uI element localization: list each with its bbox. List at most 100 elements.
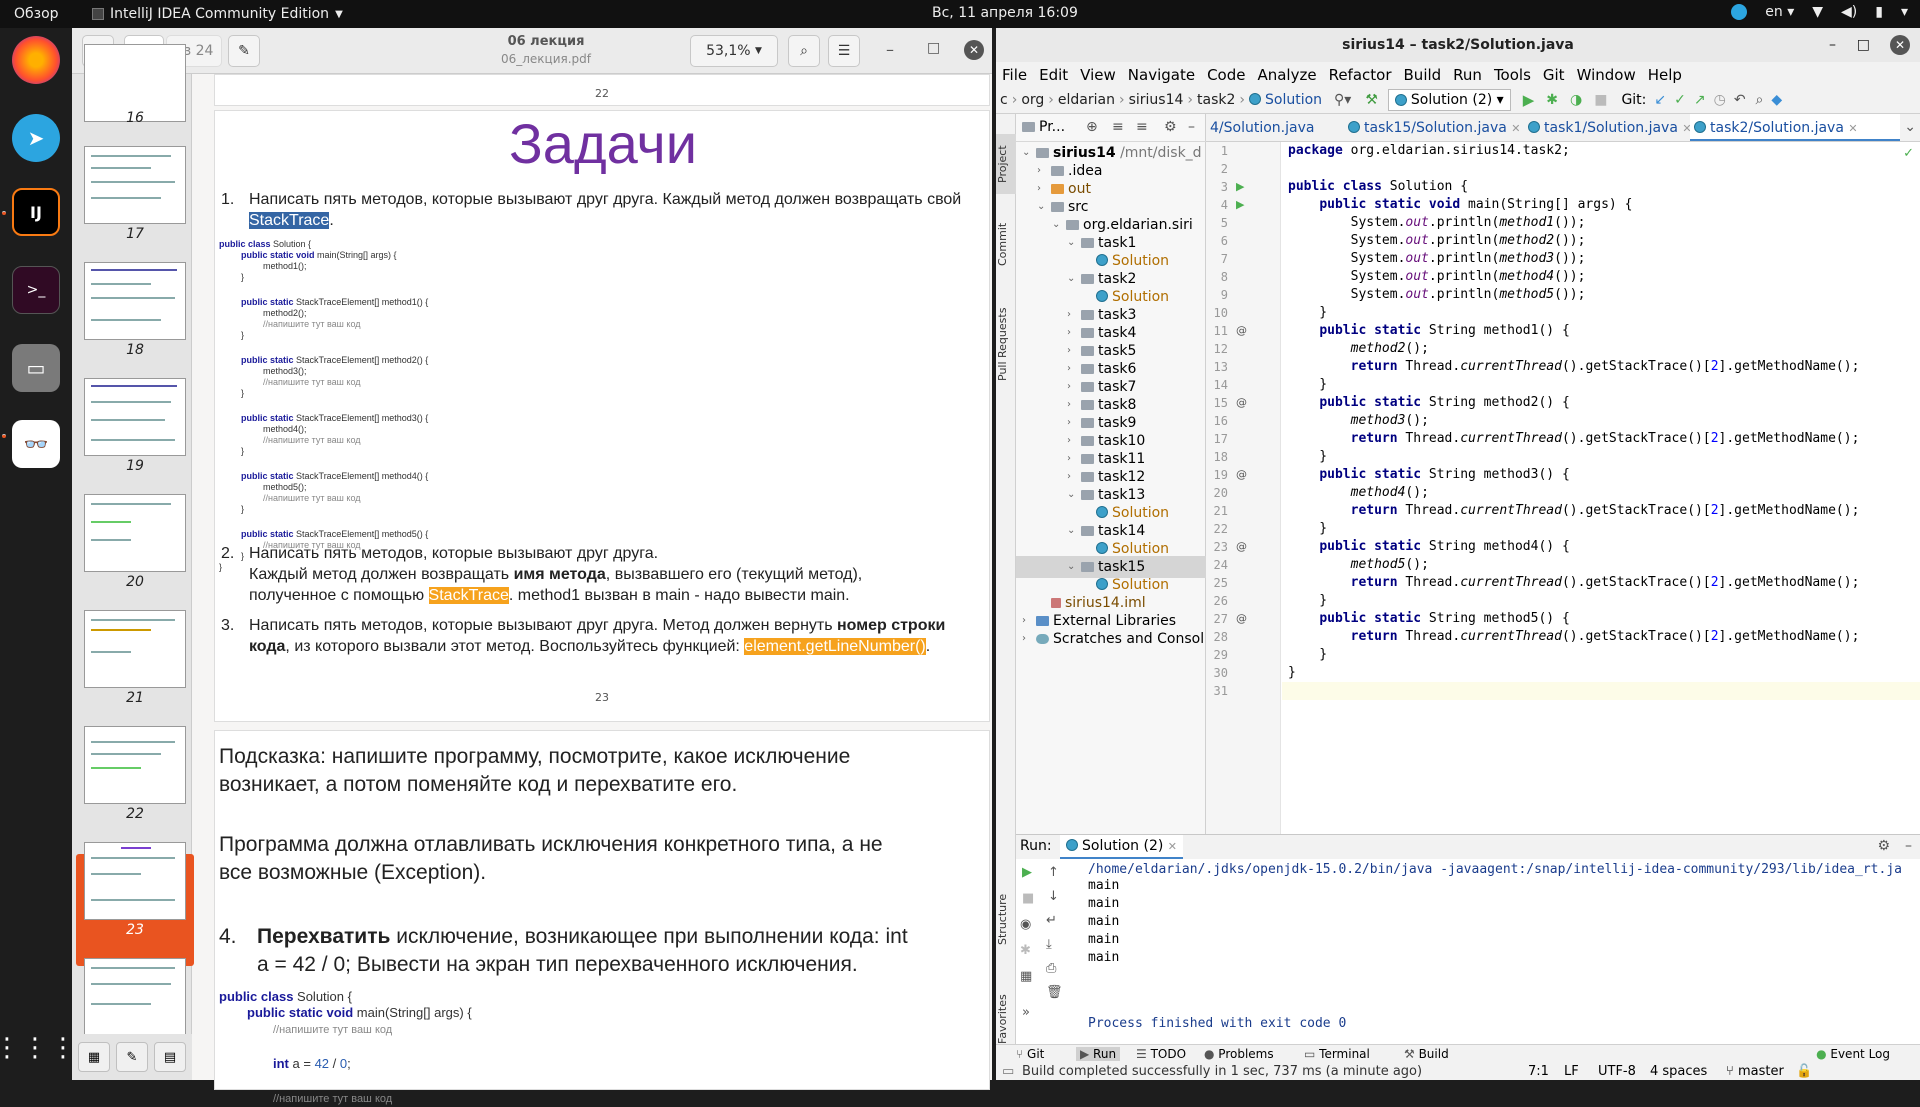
overview-button[interactable]: Обзор [14,6,59,22]
pull-requests-tool-tab[interactable]: Pull Requests [996,294,1016,394]
bottom-tab-problems[interactable]: ● Problems [1204,1047,1274,1061]
battery-icon[interactable]: ▮ [1875,4,1883,20]
menu-run[interactable]: Run [1447,62,1488,86]
menu-help[interactable]: Help [1642,62,1688,86]
lock-icon[interactable]: 🔓 [1796,1064,1812,1079]
close-button[interactable]: ✕ [964,40,984,60]
project-view-select[interactable]: Pr... [1022,119,1065,135]
thumbnail-19[interactable] [84,378,186,456]
bottom-tab-build[interactable]: ⚒ Build [1404,1047,1449,1061]
breadcrumb-item[interactable]: eldarian [1054,92,1119,108]
hide-icon[interactable]: – [1905,838,1912,854]
thumbnail-17[interactable] [84,146,186,224]
breadcrumb-item[interactable]: sirius14 [1125,92,1188,108]
menu-window[interactable]: Window [1571,62,1642,86]
run-icon[interactable]: ▶ [1523,91,1535,109]
zoom-select[interactable]: 53,1% ▼ [690,35,778,67]
search-button[interactable]: ⌕ [788,35,820,67]
terminal-icon[interactable]: >_ [12,266,60,314]
stop-icon[interactable]: ■ [1594,92,1607,108]
collapse-all-icon[interactable]: ≡ [1136,119,1148,135]
chevron-right-icon[interactable]: › [1022,628,1026,650]
breadcrumb-item[interactable]: task2 [1193,92,1239,108]
files-icon[interactable]: ▭ [12,344,60,392]
power-menu-icon[interactable]: ▾ [1901,4,1908,20]
line-separator[interactable]: LF [1564,1064,1579,1079]
thumbnail-21[interactable] [84,610,186,688]
structure-tool-tab[interactable]: Structure [996,884,1016,954]
thumbnail-18[interactable] [84,262,186,340]
menu-build[interactable]: Build [1398,62,1448,86]
app-menu[interactable]: IntelliJ IDEA Community Edition ▼ [92,6,343,22]
git-push-icon[interactable]: ↗ [1694,92,1706,108]
menu-view[interactable]: View [1074,62,1122,86]
show-apps-icon[interactable]: ⋮⋮⋮ [0,1024,76,1072]
run-tab[interactable]: Solution (2) ✕ [1060,835,1183,859]
volume-icon[interactable]: ◀) [1841,4,1857,20]
build-hammer-icon[interactable]: ⚒ [1365,92,1378,108]
breadcrumb-item[interactable]: c [996,92,1012,108]
clock[interactable]: Вс, 11 апреля 16:09 [932,5,1078,21]
menu-file[interactable]: File [996,62,1033,86]
commit-tool-tab[interactable]: Commit [996,214,1016,274]
close-button[interactable]: ✕ [1890,35,1910,55]
locate-icon[interactable]: ⊕ [1086,119,1098,135]
debug-icon[interactable]: ✱ [1546,92,1558,108]
minimize-button[interactable]: – [1829,28,1836,62]
wifi-icon[interactable]: ▼ [1812,4,1823,20]
git-history-icon[interactable]: ◷ [1714,92,1726,108]
run-output[interactable]: /home/eldarian/.jdks/openjdk-15.0.2/bin/… [1016,859,1920,1045]
breadcrumb-item[interactable]: Solution [1245,92,1326,108]
coverage-icon[interactable]: ◑ [1570,92,1582,108]
status-icon[interactable]: ▭ [1002,1064,1014,1079]
breadcrumb-item[interactable]: org [1017,92,1048,108]
thumbnail-22[interactable] [84,726,186,804]
menu-button[interactable]: ☰ [828,35,860,67]
gear-icon[interactable]: ⚙ [1877,838,1890,854]
add-config-icon[interactable]: ⚲▾ [1334,92,1351,108]
tabs-overflow-icon[interactable]: ⌄ [1904,119,1916,135]
close-tab-icon[interactable]: ✕ [1511,122,1520,135]
editor-tab[interactable]: task15/Solution.java ✕ [1344,114,1521,141]
git-update-icon[interactable]: ↙ [1654,92,1666,108]
run-config-select[interactable]: Solution (2) ▾ [1387,88,1511,111]
expand-all-icon[interactable]: ≡ [1112,119,1124,135]
bookmarks-view-button[interactable]: ▤ [154,1042,186,1072]
menu-tools[interactable]: Tools [1488,62,1537,86]
intellij-icon[interactable]: IJ [12,188,60,236]
tree-node[interactable]: › Scratches and Consol [1016,628,1206,650]
search-everywhere-icon[interactable]: ⌕ [1756,92,1764,108]
language-indicator[interactable]: en ▾ [1765,4,1794,20]
gear-icon[interactable]: ⚙ [1164,119,1177,135]
status-message[interactable]: Build completed successfully in 1 sec, 7… [1022,1064,1422,1079]
close-tab-icon[interactable]: ✕ [1848,122,1857,135]
annotations-view-button[interactable]: ✎ [116,1042,148,1072]
bottom-tab-todo[interactable]: ☰ TODO [1136,1047,1186,1061]
telegram-tray-icon[interactable] [1731,4,1748,20]
code-area[interactable]: package org.eldarian.sirius14.task2; publ… [1206,142,1920,834]
minimize-button[interactable]: – [886,40,894,59]
close-tab-icon[interactable]: ✕ [1168,840,1177,853]
document-viewer-icon[interactable]: 👓 [12,420,60,468]
menu-edit[interactable]: Edit [1033,62,1074,86]
thumbnail-23[interactable] [84,842,186,920]
editor-tab-active[interactable]: task2/Solution.java ✕ [1690,114,1900,141]
menu-analyze[interactable]: Analyze [1251,62,1322,86]
menu-git[interactable]: Git [1537,62,1571,86]
project-tool-tab[interactable]: Project [996,134,1016,194]
menu-navigate[interactable]: Navigate [1122,62,1201,86]
maximize-button[interactable]: □ [927,40,940,56]
menu-refactor[interactable]: Refactor [1323,62,1398,86]
bottom-tab-run[interactable]: ▶ Run [1076,1047,1121,1061]
git-commit-icon[interactable]: ✓ [1674,92,1686,108]
event-log-tab[interactable]: ● Event Log [1816,1047,1890,1061]
telegram-icon[interactable]: ➤ [12,114,60,162]
maximize-button[interactable]: □ [1857,28,1870,62]
firefox-icon[interactable] [12,36,60,84]
editor-tab[interactable]: 4/Solution.java [1206,114,1342,141]
thumbnail-20[interactable] [84,494,186,572]
file-encoding[interactable]: UTF-8 [1598,1064,1636,1079]
hide-icon[interactable]: – [1188,119,1195,135]
toolbox-icon[interactable]: ◆ [1771,92,1782,108]
thumbnail-24[interactable] [84,958,186,1036]
